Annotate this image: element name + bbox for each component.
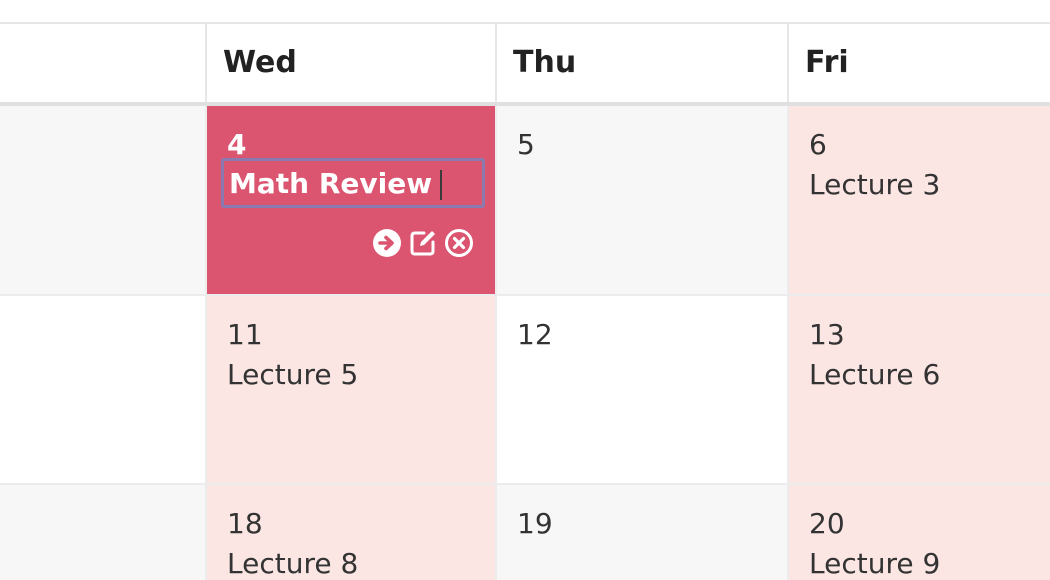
event-title-input[interactable]: Math Review	[221, 158, 485, 208]
event-title-text: Math Review	[229, 167, 433, 200]
header-fri: Fri	[789, 24, 1050, 104]
calendar-cell[interactable]: 12	[497, 296, 789, 485]
text-caret	[440, 170, 443, 200]
day-number: 6	[809, 128, 827, 161]
header-empty-cell	[0, 24, 207, 104]
event-label[interactable]: Lecture 9	[809, 547, 940, 580]
calendar-cell[interactable]: 13 Lecture 6	[789, 296, 1050, 485]
day-number: 18	[227, 507, 263, 540]
arrow-right-circle-icon[interactable]	[372, 228, 402, 258]
calendar-cell[interactable]: 5	[497, 106, 789, 296]
calendar-cell[interactable]: 6 Lecture 3	[789, 106, 1050, 296]
day-number: 4	[227, 128, 247, 161]
day-header-label: Wed	[223, 45, 297, 80]
day-number: 11	[227, 318, 263, 351]
calendar-cell-prev[interactable]	[0, 296, 207, 485]
event-label[interactable]: Lecture 5	[227, 358, 358, 391]
day-header-label: Fri	[805, 45, 849, 80]
event-label[interactable]: Lecture 3	[809, 168, 940, 201]
event-actions	[372, 228, 474, 258]
calendar-cell-prev[interactable]	[0, 485, 207, 580]
event-label[interactable]: Lecture 8	[227, 547, 358, 580]
day-number: 20	[809, 507, 845, 540]
edit-icon[interactable]	[408, 228, 438, 258]
calendar-cell-prev[interactable]	[0, 106, 207, 296]
day-number: 19	[517, 507, 553, 540]
day-number: 5	[517, 128, 535, 161]
calendar-cell-active[interactable]: 4 Math Review	[207, 106, 497, 296]
calendar-cell[interactable]: 11 Lecture 5	[207, 296, 497, 485]
calendar-cell[interactable]: 19	[497, 485, 789, 580]
calendar-cell[interactable]: 20 Lecture 9	[789, 485, 1050, 580]
header-thu: Thu	[497, 24, 789, 104]
event-label[interactable]: Lecture 6	[809, 358, 940, 391]
day-number: 13	[809, 318, 845, 351]
calendar-grid: Wed Thu Fri 4 Math Review 5 6 Lecture 3 …	[0, 0, 1050, 580]
day-number: 12	[517, 318, 553, 351]
calendar-cell[interactable]: 18 Lecture 8	[207, 485, 497, 580]
close-circle-icon[interactable]	[444, 228, 474, 258]
day-header-label: Thu	[513, 45, 577, 80]
header-wed: Wed	[207, 24, 497, 104]
